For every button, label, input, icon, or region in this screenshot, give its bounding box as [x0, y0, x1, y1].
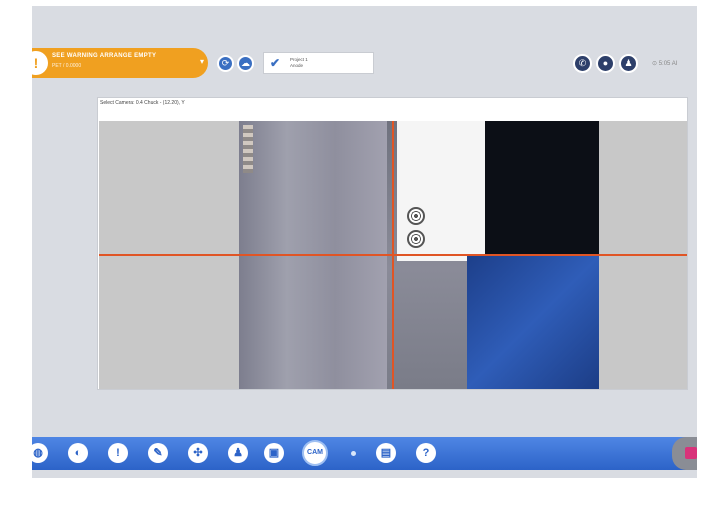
app-screen: ! SEE WARNING ARRANGE EMPTY PET / 0.0000…: [32, 6, 697, 478]
clock-display: ⊙ 5:05 AI: [652, 61, 678, 67]
project-name: Project 1: [290, 57, 308, 62]
camera-feed[interactable]: [99, 121, 687, 389]
warning-title: SEE WARNING ARRANGE EMPTY: [52, 53, 157, 59]
user-icon[interactable]: ♟: [228, 443, 248, 463]
chat-icon[interactable]: ●: [596, 54, 615, 73]
alert-icon[interactable]: !: [108, 443, 128, 463]
top-bar: ! SEE WARNING ARRANGE EMPTY PET / 0.0000…: [32, 48, 697, 82]
camera-panel: Select Camera: 0.4 Chuck - (12.20), Y: [97, 97, 688, 390]
crosshair-vertical: [392, 121, 394, 389]
project-detail: Anode: [290, 63, 304, 68]
cloud-icon[interactable]: ☁: [237, 55, 254, 72]
bottom-toolbar: ◍ ◐ ! ✎ ✣ ♟ ▣ CAM ▤ ?: [32, 437, 697, 470]
user-icon[interactable]: ♟: [619, 54, 638, 73]
wrench-icon[interactable]: ✎: [148, 443, 168, 463]
check-icon: ✔: [270, 56, 281, 70]
refresh-icon[interactable]: ⟳: [217, 55, 234, 72]
alignment-target-icon: [407, 207, 425, 225]
grid-icon[interactable]: ▤: [376, 443, 396, 463]
camera-panel-title: Select Camera: 0.4 Chuck - (12.20), Y: [100, 100, 185, 106]
globe-icon[interactable]: ◍: [32, 443, 48, 463]
warning-subtitle: PET / 0.0000: [52, 63, 82, 69]
warning-banner[interactable]: ! SEE WARNING ARRANGE EMPTY PET / 0.0000…: [32, 48, 208, 78]
dot-icon: [351, 451, 356, 456]
phone-icon[interactable]: ✆: [573, 54, 592, 73]
network-icon[interactable]: ✣: [188, 443, 208, 463]
project-selector[interactable]: ✔ Project 1 Anode: [263, 52, 374, 74]
warning-icon: !: [32, 51, 48, 75]
help-icon[interactable]: ?: [416, 443, 436, 463]
layers-icon[interactable]: ◐: [68, 443, 88, 463]
monitor-icon[interactable]: ▣: [264, 443, 284, 463]
power-icon[interactable]: [685, 447, 697, 459]
cam-button[interactable]: CAM: [302, 440, 328, 466]
alignment-target-icon: [407, 230, 425, 248]
chevron-down-icon[interactable]: ▾: [200, 57, 204, 66]
